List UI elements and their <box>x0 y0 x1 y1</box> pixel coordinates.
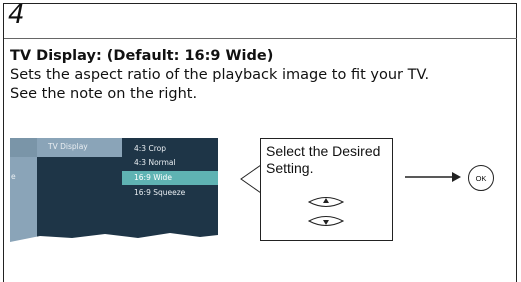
section-heading: TV Display: (Default: 16:9 Wide) <box>10 48 274 64</box>
section-description: Sets the aspect ratio of the playback im… <box>10 66 515 104</box>
right-arrow-icon <box>405 172 461 182</box>
ok-button[interactable]: OK <box>468 165 494 191</box>
description-line: Sets the aspect ratio of the playback im… <box>10 67 430 83</box>
step-number: 4 <box>8 0 25 30</box>
torn-edge-mask <box>10 233 218 254</box>
description-line: See the note on the right. <box>10 86 198 102</box>
divider <box>4 38 517 39</box>
down-arrow-button-icon[interactable] <box>307 216 345 226</box>
callout-text: Select the Desired Setting. <box>266 143 381 176</box>
up-down-buttons <box>307 197 345 226</box>
up-arrow-button-icon[interactable] <box>307 197 345 207</box>
callout-pointer <box>240 164 262 194</box>
tv-menu-illustration: TV Display e 4:3 Crop 4:3 Normal 16:9 Wi… <box>10 138 218 254</box>
